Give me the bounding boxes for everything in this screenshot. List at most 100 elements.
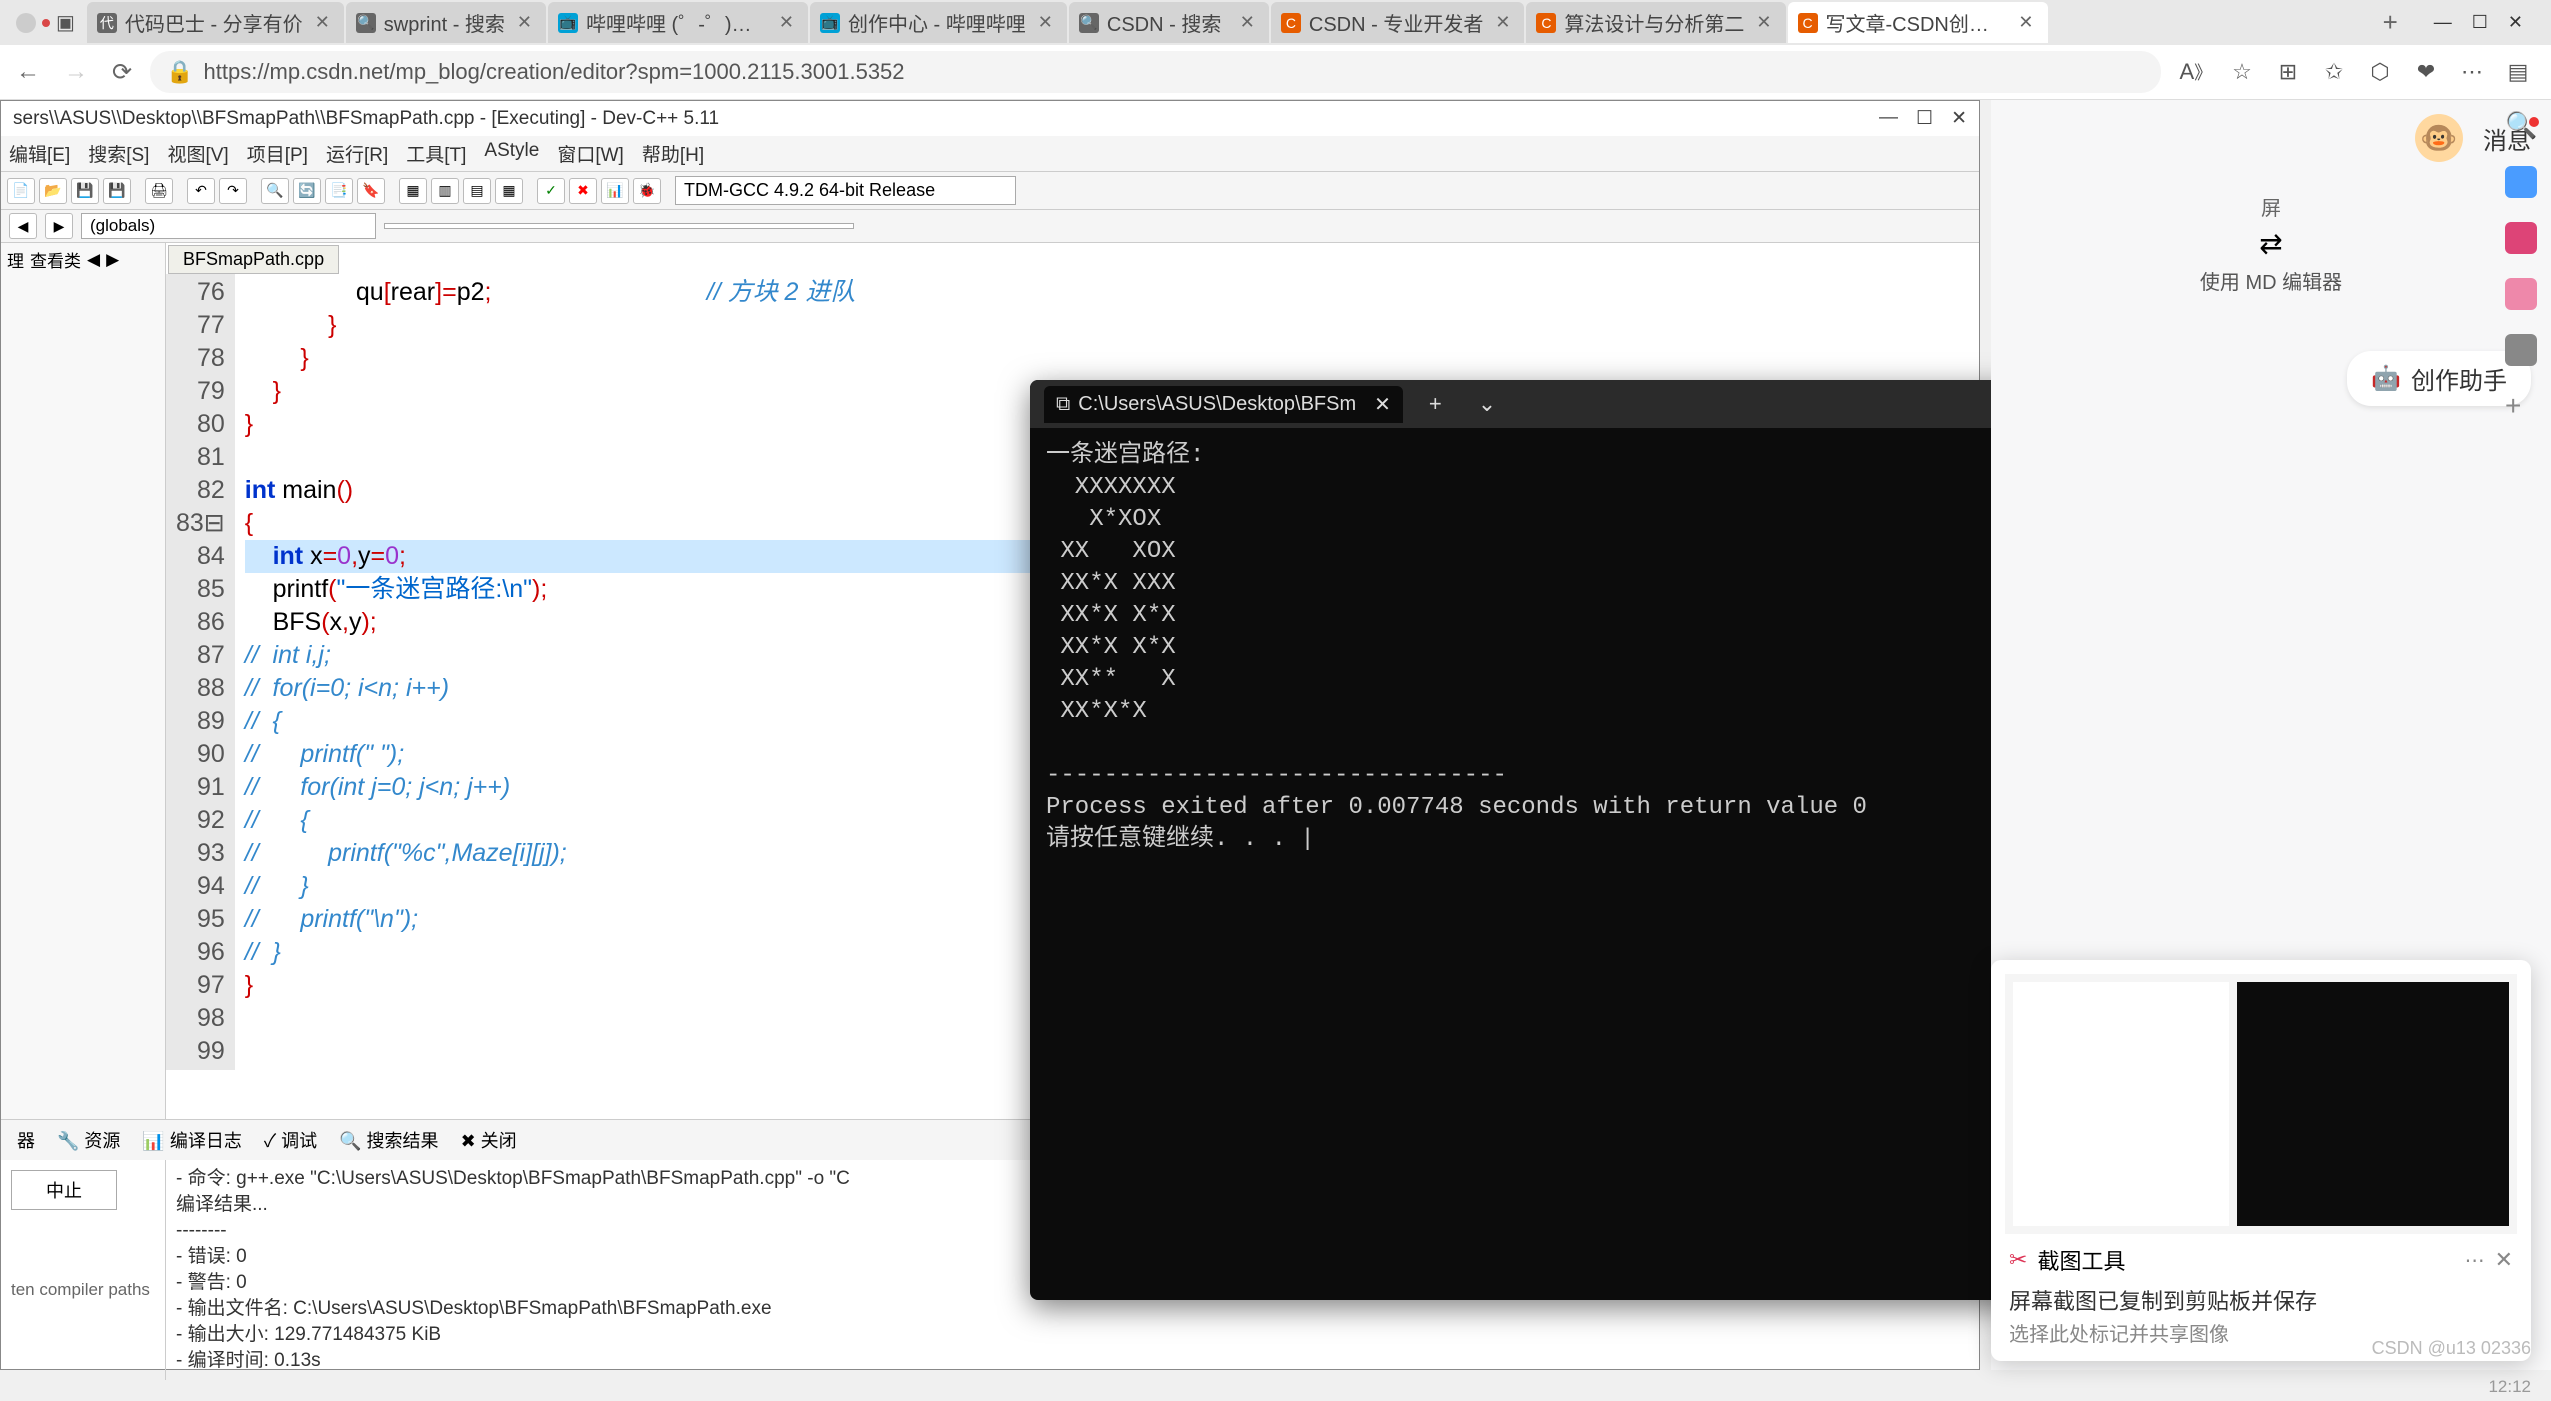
lock-icon: 🔒 bbox=[166, 59, 193, 85]
browser-tab-strip: ▣ 代代码巴士 - 分享有价✕🔍swprint - 搜索✕📺哔哩哔哩 (゜-゜)… bbox=[0, 0, 2551, 45]
browser-tab[interactable]: C写文章-CSDN创作中✕ bbox=[1788, 2, 2048, 43]
favorite-icon[interactable]: ☆ bbox=[2229, 59, 2255, 85]
refresh-button[interactable]: ⟳ bbox=[106, 58, 138, 87]
browser-tab[interactable]: 🔍CSDN - 搜索✕ bbox=[1069, 2, 1269, 43]
favorites-bar-icon[interactable]: ✩ bbox=[2321, 59, 2347, 85]
tab-close-icon[interactable]: ✕ bbox=[311, 12, 334, 33]
menu-item[interactable]: 工具[T] bbox=[406, 140, 466, 167]
tab-close-icon[interactable]: ✕ bbox=[513, 12, 536, 33]
url-input[interactable]: 🔒 https://mp.csdn.net/mp_blog/creation/e… bbox=[150, 51, 2161, 93]
replace-icon[interactable]: 🔄 bbox=[293, 178, 321, 204]
csdn-avatar[interactable]: 🐵 bbox=[2415, 114, 2463, 162]
profile-avatar[interactable] bbox=[16, 13, 36, 33]
search-rail-icon[interactable]: 🔍 bbox=[2505, 110, 2537, 142]
tab-close-icon[interactable]: ✕ bbox=[1491, 12, 1514, 33]
terminal-new-tab[interactable]: + bbox=[1419, 387, 1452, 421]
devcpp-maximize[interactable]: ☐ bbox=[1916, 107, 1933, 130]
snip-preview[interactable] bbox=[2005, 974, 2517, 1234]
output-tab[interactable]: 📊 编译日志 bbox=[132, 1124, 251, 1156]
menu-item[interactable]: 帮助[H] bbox=[642, 140, 704, 167]
snip-close-icon[interactable]: ✕ bbox=[2495, 1247, 2513, 1273]
compiler-select[interactable]: TDM-GCC 4.9.2 64-bit Release bbox=[675, 176, 1016, 205]
find-icon[interactable]: 🔍 bbox=[261, 178, 289, 204]
tab-close-icon[interactable]: ✕ bbox=[1752, 12, 1775, 33]
file-tab[interactable]: BFSmapPath.cpp bbox=[168, 245, 339, 274]
output-tab[interactable]: 🔍 搜索结果 bbox=[329, 1124, 448, 1156]
layout4-icon[interactable]: ▦ bbox=[495, 178, 523, 204]
md-editor-label[interactable]: 使用 MD 编辑器 bbox=[2200, 266, 2342, 295]
sidebar-toggle-icon[interactable]: ▤ bbox=[2505, 59, 2531, 85]
tab-close-icon[interactable]: ✕ bbox=[2014, 12, 2037, 33]
output-tab[interactable]: 器 bbox=[7, 1124, 45, 1156]
tag-rail-icon[interactable] bbox=[2505, 166, 2537, 198]
debug-icon[interactable]: 🐞 bbox=[633, 178, 661, 204]
tab-close-icon[interactable]: ✕ bbox=[775, 12, 798, 33]
undo-icon[interactable]: ↶ bbox=[187, 178, 215, 204]
terminal-tab[interactable]: ⧉ C:\Users\ASUS\Desktop\BFSm ✕ bbox=[1044, 386, 1403, 423]
symbols-select[interactable] bbox=[384, 223, 854, 229]
nav-back-icon[interactable]: ◀ bbox=[9, 213, 37, 239]
menu-item[interactable]: 运行[R] bbox=[326, 140, 388, 167]
save-all-icon[interactable]: 💾 bbox=[103, 178, 131, 204]
side-nav-left-icon[interactable]: ◀ bbox=[87, 250, 100, 270]
browser-tab[interactable]: 📺创作中心 - 哔哩哔哩✕ bbox=[810, 2, 1067, 43]
open-icon[interactable]: 📂 bbox=[39, 178, 67, 204]
side-tab-2[interactable]: 查看类 bbox=[30, 247, 81, 272]
menu-item[interactable]: 视图[V] bbox=[167, 140, 228, 167]
globals-select[interactable]: (globals) bbox=[81, 213, 376, 239]
swap-icon[interactable]: ⇄ bbox=[2259, 227, 2282, 260]
tab-close-icon[interactable]: ✕ bbox=[1034, 12, 1057, 33]
snipping-tool-popup[interactable]: ✂ 截图工具 ⋯ ✕ 屏幕截图已复制到剪贴板并保存 选择此处标记并共享图像 bbox=[1991, 960, 2531, 1361]
browser-tab[interactable]: 📺哔哩哔哩 (゜-゜)つロ✕ bbox=[548, 2, 808, 43]
maximize-button[interactable]: ☐ bbox=[2472, 12, 2488, 33]
terminal-tab-close[interactable]: ✕ bbox=[1374, 392, 1391, 417]
more-actions-icon[interactable]: ⋯ bbox=[2459, 59, 2485, 85]
layout2-icon[interactable]: ▥ bbox=[431, 178, 459, 204]
output-tab[interactable]: 🔧 资源 bbox=[47, 1124, 130, 1156]
new-file-icon[interactable]: 📄 bbox=[7, 178, 35, 204]
save-icon[interactable]: 💾 bbox=[71, 178, 99, 204]
extensions-icon[interactable]: ⬡ bbox=[2367, 59, 2393, 85]
shop-rail-icon[interactable] bbox=[2505, 222, 2537, 254]
menu-item[interactable]: 搜索[S] bbox=[88, 140, 149, 167]
back-button[interactable]: ← bbox=[10, 58, 46, 86]
tab-close-icon[interactable]: ✕ bbox=[1236, 12, 1259, 33]
stop-button[interactable]: 中止 bbox=[11, 1170, 117, 1210]
add-rail-icon[interactable]: + bbox=[2505, 390, 2537, 422]
snip-more-icon[interactable]: ⋯ bbox=[2465, 1248, 2485, 1273]
browser-tab[interactable]: 代代码巴士 - 分享有价✕ bbox=[87, 2, 344, 43]
output-tab[interactable]: ✓ 调试 bbox=[254, 1124, 327, 1156]
close-window-button[interactable]: ✕ bbox=[2508, 12, 2523, 33]
menu-item[interactable]: 项目[P] bbox=[247, 140, 308, 167]
side-tab-1[interactable]: 理 bbox=[7, 247, 24, 272]
devcpp-minimize[interactable]: — bbox=[1879, 107, 1898, 130]
bookmark-icon[interactable]: 🔖 bbox=[357, 178, 385, 204]
browser-tab[interactable]: C算法设计与分析第二✕ bbox=[1526, 2, 1785, 43]
collections-icon[interactable]: ⊞ bbox=[2275, 59, 2301, 85]
read-aloud-icon[interactable]: A》 bbox=[2183, 59, 2209, 85]
browser-tab[interactable]: 🔍swprint - 搜索✕ bbox=[346, 2, 546, 43]
browser-tab[interactable]: CCSDN - 专业开发者✕ bbox=[1271, 2, 1525, 43]
new-tab-button[interactable]: + bbox=[2371, 7, 2410, 38]
menu-item[interactable]: 编辑[E] bbox=[9, 140, 70, 167]
people-rail-icon[interactable] bbox=[2505, 278, 2537, 310]
menu-item[interactable]: AStyle bbox=[484, 140, 539, 167]
print-icon[interactable]: 🖨 bbox=[145, 178, 173, 204]
layout3-icon[interactable]: ▤ bbox=[463, 178, 491, 204]
cancel-compile-icon[interactable]: ✖ bbox=[569, 178, 597, 204]
tools-rail-icon[interactable] bbox=[2505, 334, 2537, 366]
nav-fwd-icon[interactable]: ▶ bbox=[45, 213, 73, 239]
rewards-icon[interactable]: ❤ bbox=[2413, 59, 2439, 85]
layout1-icon[interactable]: ▦ bbox=[399, 178, 427, 204]
redo-icon[interactable]: ↷ bbox=[219, 178, 247, 204]
compile-icon[interactable]: ✓ bbox=[537, 178, 565, 204]
menu-item[interactable]: 窗口[W] bbox=[557, 140, 624, 167]
devcpp-close[interactable]: ✕ bbox=[1951, 107, 1967, 130]
terminal-dropdown-icon[interactable]: ⌄ bbox=[1468, 387, 1506, 421]
goto-icon[interactable]: 📑 bbox=[325, 178, 353, 204]
minimize-button[interactable]: — bbox=[2434, 12, 2452, 33]
output-tab[interactable]: ✖ 关闭 bbox=[451, 1124, 527, 1156]
workspaces-icon[interactable]: ▣ bbox=[56, 10, 75, 35]
stats-icon[interactable]: 📊 bbox=[601, 178, 629, 204]
side-nav-right-icon[interactable]: ▶ bbox=[106, 250, 119, 270]
